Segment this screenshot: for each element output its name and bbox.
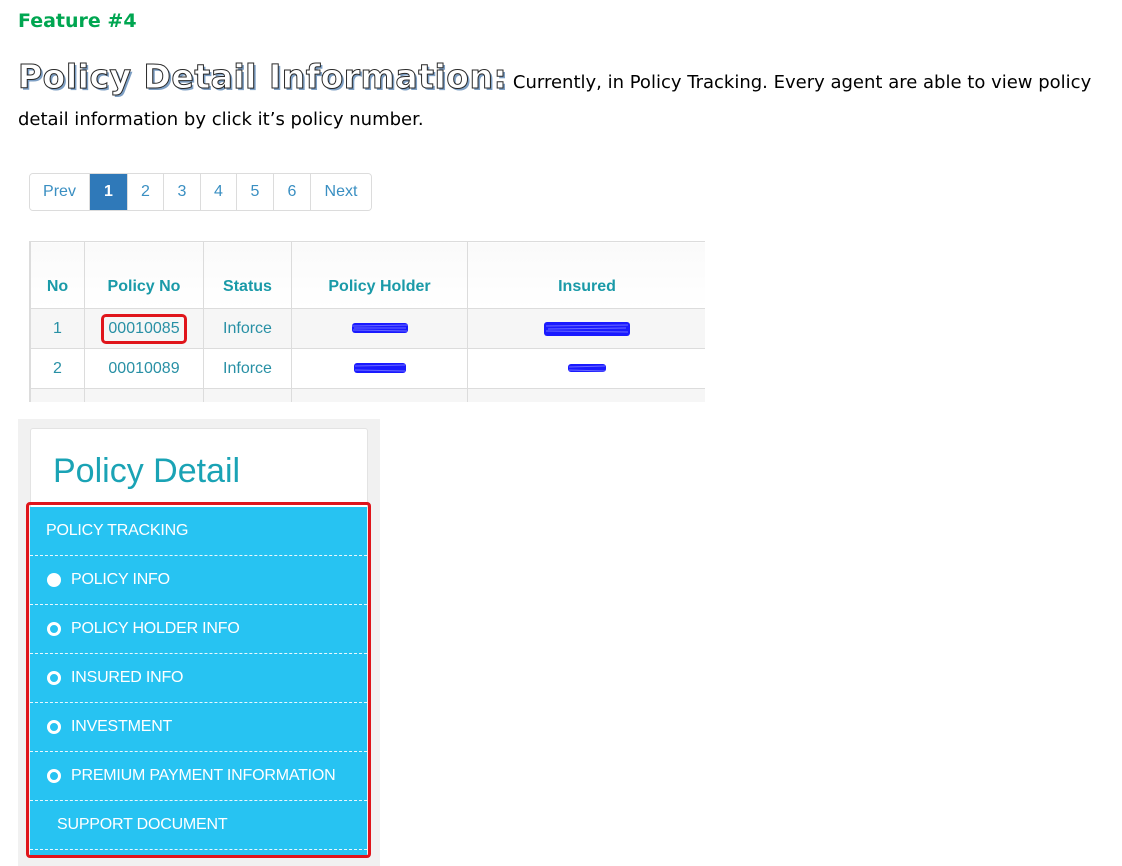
pagination: Prev 1 2 3 4 5 6 Next <box>29 173 372 211</box>
policy-holder-cell <box>291 348 468 389</box>
column-header-no: No <box>30 241 85 309</box>
policy-number-link[interactable]: 00010085 <box>101 313 187 344</box>
policy-table: No Policy No Status Policy Holder Insure… <box>30 241 705 402</box>
redacted-policy-holder <box>351 323 408 334</box>
redacted-policy-holder <box>353 363 406 374</box>
pagination-page-5[interactable]: 5 <box>237 174 274 210</box>
pagination-next-button[interactable]: Next <box>311 174 371 210</box>
table-header-row: No Policy No Status Policy Holder Insure… <box>30 241 705 309</box>
section-heading: Policy Detail Information: Currently, in… <box>17 57 1108 138</box>
policy-detail-title: Policy Detail <box>53 452 241 490</box>
redacted-insured <box>568 364 606 373</box>
column-header-policy-holder: Policy Holder <box>291 241 468 309</box>
policy-status: Inforce <box>203 308 292 349</box>
table-row-partial <box>30 388 705 402</box>
redacted-insured <box>544 321 630 336</box>
insured-cell <box>467 308 705 349</box>
section-title: Policy Detail Information: <box>17 57 508 96</box>
pagination-page-3[interactable]: 3 <box>164 174 201 210</box>
table-row: 1 00010085 Inforce <box>30 308 705 349</box>
insured-cell <box>467 348 705 389</box>
pagination-page-2[interactable]: 2 <box>128 174 164 210</box>
column-header-policy-no: Policy No <box>84 241 204 309</box>
pagination-prev-button[interactable]: Prev <box>30 174 90 210</box>
policy-number-link[interactable]: 00010089 <box>84 348 204 389</box>
policy-number-cell: 00010085 <box>84 308 204 349</box>
pagination-page-1[interactable]: 1 <box>90 174 128 210</box>
row-number: 1 <box>30 308 85 349</box>
menu-highlight-frame <box>26 502 371 858</box>
column-header-insured: Insured <box>467 241 705 309</box>
column-header-status: Status <box>203 241 292 309</box>
policy-holder-cell <box>291 308 468 349</box>
policy-status: Inforce <box>203 348 292 389</box>
row-number: 2 <box>30 348 85 389</box>
pagination-page-4[interactable]: 4 <box>201 174 237 210</box>
policy-table-container: No Policy No Status Policy Holder Insure… <box>29 241 705 402</box>
feature-label: Feature #4 <box>18 10 137 32</box>
table-row: 2 00010089 Inforce <box>30 348 705 389</box>
pagination-page-6[interactable]: 6 <box>274 174 311 210</box>
